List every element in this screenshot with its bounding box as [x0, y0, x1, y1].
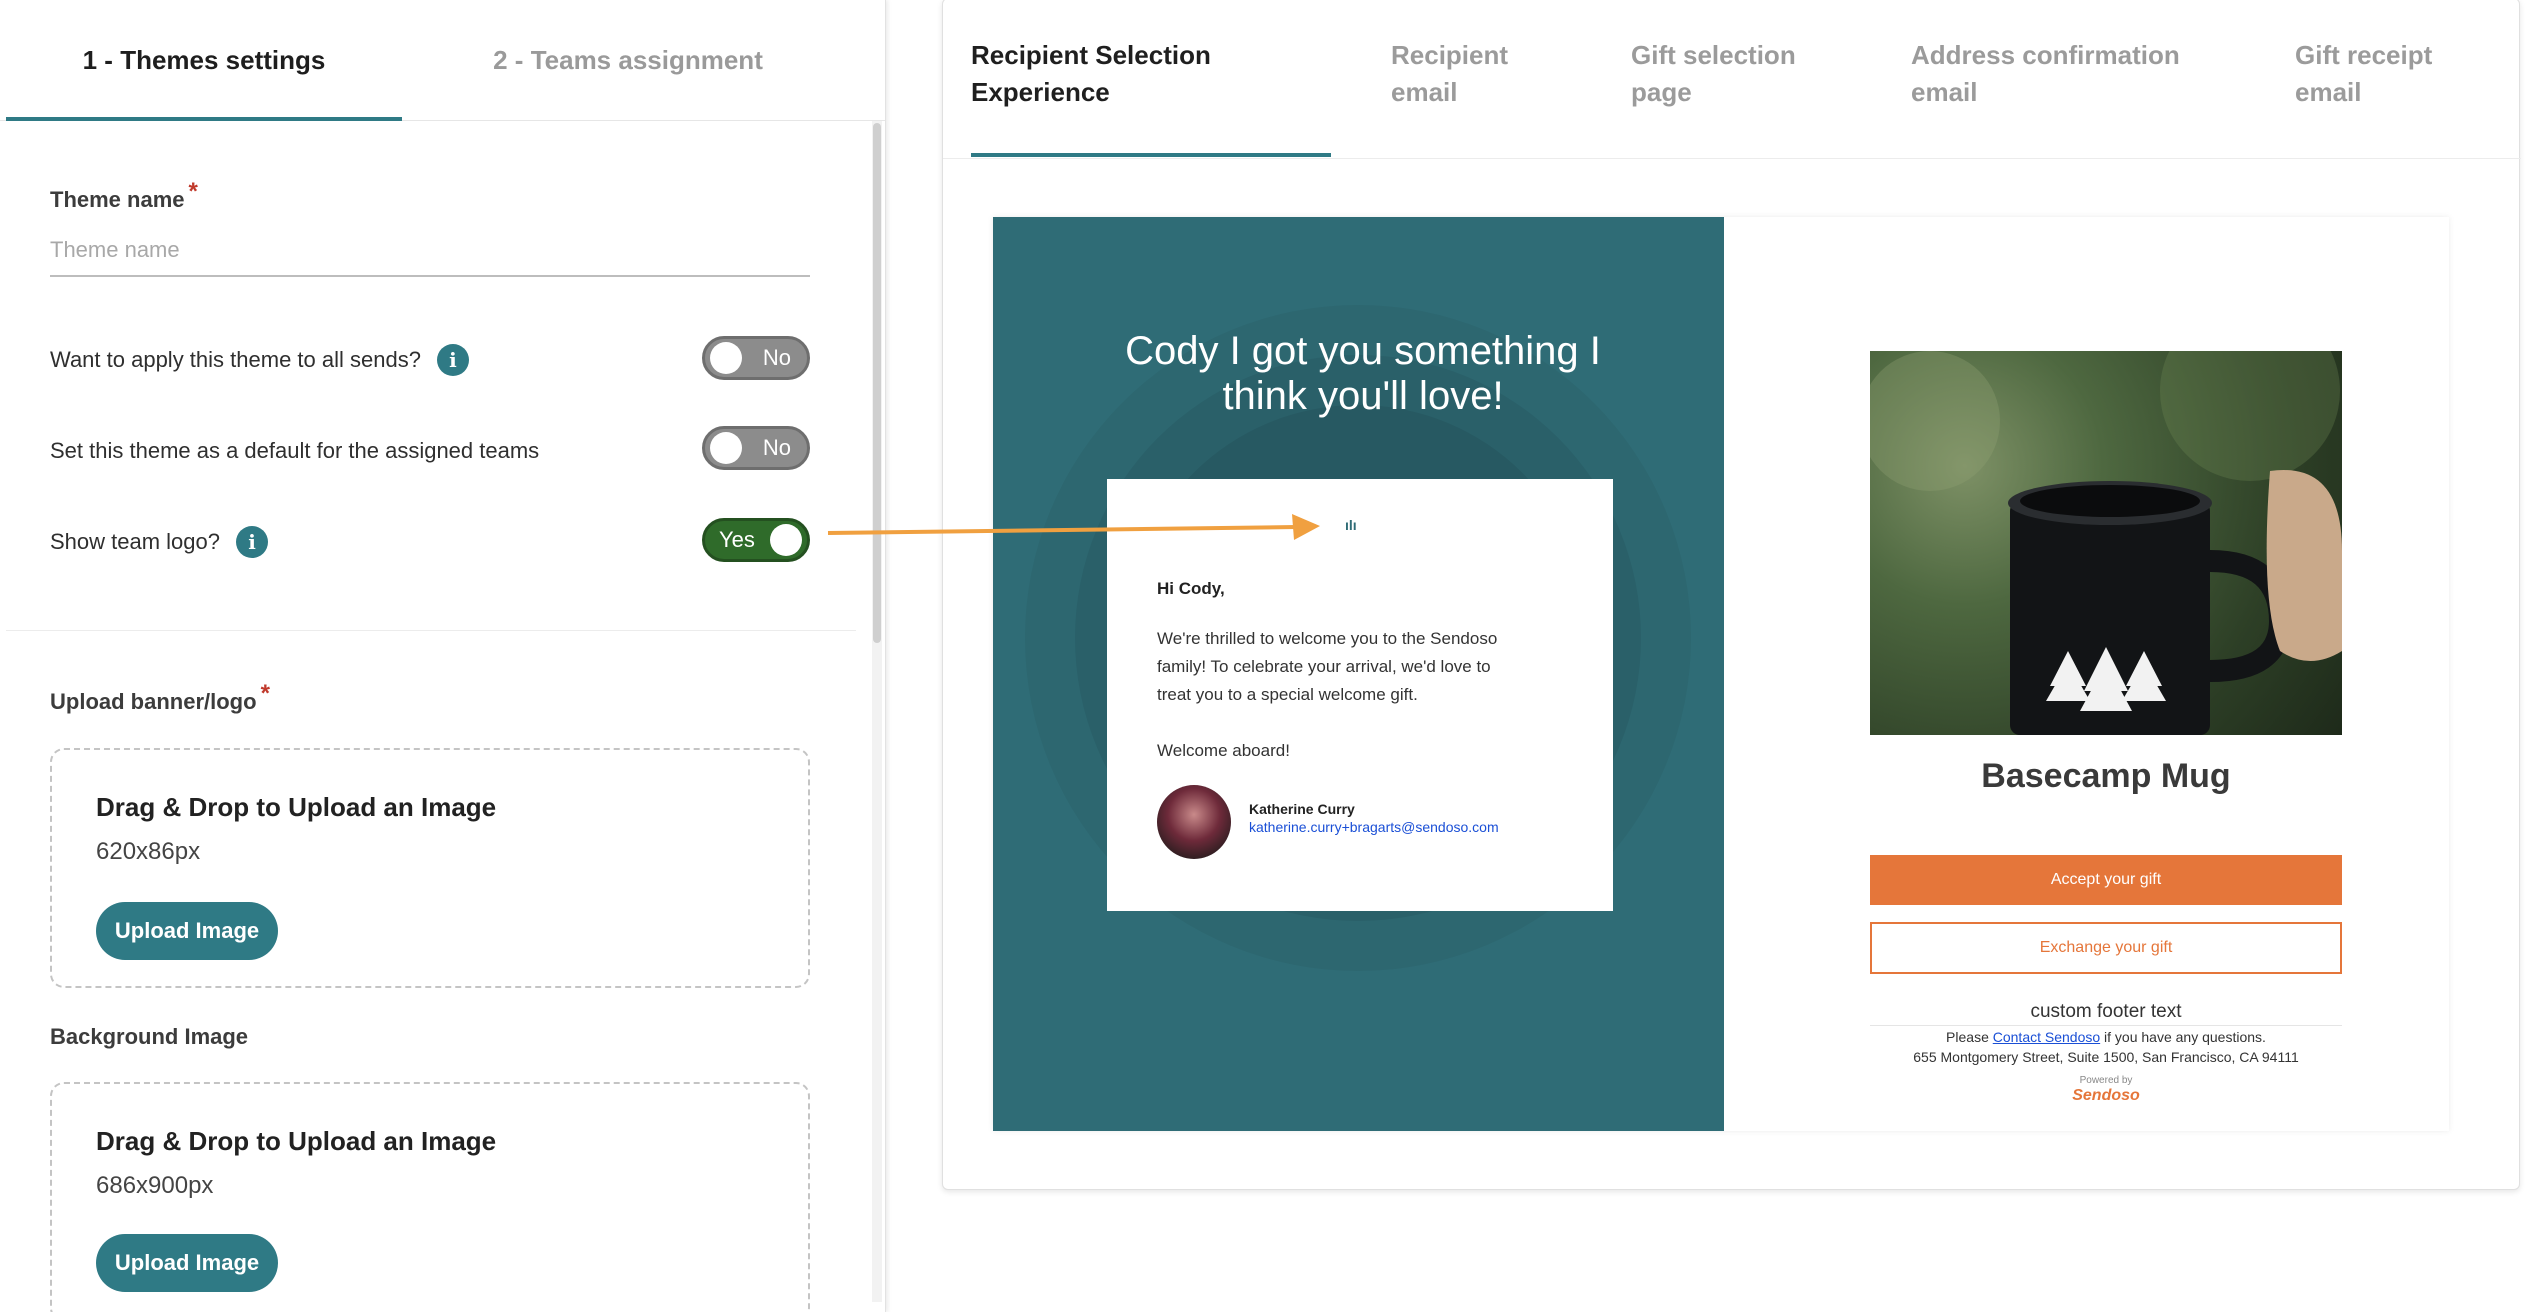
tab-label-line: email [1391, 77, 1458, 107]
left-tab-bar: 1 - Themes settings 2 - Teams assignment [0, 0, 885, 121]
contact-suffix: if you have any questions. [2104, 1029, 2266, 1045]
dropzone-title: Drag & Drop to Upload an Image [96, 792, 497, 822]
theme-name-label-text: Theme name [50, 187, 185, 212]
card-greeting: Hi Cody, [1157, 579, 1225, 598]
required-asterisk: * [188, 178, 198, 205]
message-line: treat you to a special welcome gift. [1157, 685, 1418, 704]
gift-panel: Basecamp Mug Accept your gift Exchange y… [1724, 217, 2449, 1131]
upload-banner-label: Upload banner/logo * [50, 680, 270, 716]
required-asterisk: * [260, 680, 270, 707]
card-message-body: We're thrilled to welcome you to the Sen… [1157, 625, 1577, 709]
tab-label-line: Recipient Selection [971, 40, 1211, 70]
show-team-logo-toggle[interactable]: Yes [702, 518, 810, 562]
toggle-state-label: No [762, 345, 791, 370]
tab-gift-selection-page[interactable]: Gift selection page [1631, 37, 1796, 111]
option-apply-all-sends: Want to apply this theme to all sends? i [50, 344, 469, 376]
toggle-state-label: No [762, 435, 791, 460]
upload-banner-label-text: Upload banner/logo [50, 689, 257, 714]
theme-name-input[interactable] [50, 225, 810, 277]
option-show-team-logo: Show team logo? i [50, 526, 268, 558]
tab-label-line: Experience [971, 77, 1110, 107]
message-line: We're thrilled to welcome you to the Sen… [1157, 629, 1498, 648]
dropzone-title: Drag & Drop to Upload an Image [96, 1126, 497, 1156]
apply-all-sends-toggle[interactable]: No [702, 336, 810, 380]
tab-teams-assignment[interactable]: 2 - Teams assignment [430, 0, 826, 121]
accept-gift-button[interactable]: Accept your gift [1870, 855, 2342, 905]
contact-prefix: Please [1946, 1029, 1989, 1045]
theme-name-label: Theme name * [50, 178, 198, 214]
headline-line: think you'll love! [1222, 374, 1504, 418]
product-image [1870, 351, 2342, 735]
sender-avatar [1157, 785, 1231, 859]
custom-footer-text: custom footer text [2030, 1001, 2182, 1022]
option-label: Set this theme as a default for the assi… [50, 438, 540, 463]
upload-banner-button[interactable]: Upload Image [96, 902, 278, 960]
preview-background: Cody I got you something I think you'll … [993, 217, 1724, 1131]
footer-contact-line: Please Contact Sendoso if you have any q… [1870, 1029, 2342, 1045]
contact-sendoso-link[interactable]: Contact Sendoso [1993, 1029, 2100, 1045]
option-label: Show team logo? [50, 529, 220, 554]
toggle-knob [770, 524, 802, 556]
background-image-label: Background Image [50, 1024, 248, 1050]
team-logo: ılı [1345, 517, 1357, 533]
sendoso-logo: Sendoso [2072, 1087, 2140, 1104]
section-divider [6, 630, 856, 631]
toggle-state-label: Yes [719, 527, 755, 552]
tab-label-line: Gift receipt [2295, 40, 2433, 70]
active-tab-indicator [971, 153, 1331, 157]
sender-name: Katherine Curry [1249, 801, 1355, 817]
welcome-message-card: ılı Hi Cody, We're thrilled to welcome y… [1107, 479, 1613, 911]
scrollbar-thumb[interactable] [873, 123, 881, 643]
themes-settings-panel: 1 - Themes settings 2 - Teams assignment… [0, 0, 886, 1312]
tab-label-line: page [1631, 77, 1692, 107]
option-default-for-teams: Set this theme as a default for the assi… [50, 438, 539, 464]
preview-headline: Cody I got you something I think you'll … [1073, 329, 1653, 419]
headline-line: Cody I got you something I [1125, 329, 1601, 373]
toggle-knob [710, 432, 742, 464]
exchange-gift-button[interactable]: Exchange your gift [1870, 922, 2342, 974]
banner-dropzone[interactable]: Drag & Drop to Upload an Image 620x86px … [50, 748, 810, 988]
tab-recipient-selection-experience[interactable]: Recipient Selection Experience [971, 37, 1211, 111]
footer-address: 655 Montgomery Street, Suite 1500, San F… [1913, 1049, 2299, 1065]
tab-label-line: Gift selection [1631, 40, 1796, 70]
default-for-teams-toggle[interactable]: No [702, 426, 810, 470]
tab-label-line: Recipient [1391, 40, 1509, 70]
powered-by-label: Powered by [2079, 1075, 2133, 1086]
card-closing: Welcome aboard! [1157, 741, 1290, 760]
tab-recipient-email[interactable]: Recipient email [1391, 37, 1508, 111]
background-image-label-text: Background Image [50, 1024, 249, 1049]
sender-email-link[interactable]: katherine.curry+bragarts@sendoso.com [1249, 819, 1499, 835]
tab-gift-receipt-email[interactable]: Gift receipt email [2295, 37, 2432, 111]
option-label: Want to apply this theme to all sends? [50, 347, 421, 372]
recipient-experience-preview: Cody I got you something I think you'll … [993, 217, 2449, 1131]
toggle-knob [710, 342, 742, 374]
preview-panel: Recipient Selection Experience Recipient… [942, 0, 2521, 1190]
active-tab-indicator [6, 117, 402, 121]
footer-divider [1870, 1025, 2342, 1026]
background-dropzone[interactable]: Drag & Drop to Upload an Image 686x900px… [50, 1082, 810, 1312]
upload-background-button[interactable]: Upload Image [96, 1234, 278, 1292]
tab-label-line: Address confirmation [1911, 40, 2180, 70]
preview-tab-bar: Recipient Selection Experience Recipient… [943, 0, 2521, 159]
dropzone-dimensions: 620x86px [96, 838, 201, 865]
tab-label-line: email [2295, 77, 2362, 107]
tab-themes-settings[interactable]: 1 - Themes settings [6, 0, 402, 121]
tab-address-confirmation-email[interactable]: Address confirmation email [1911, 37, 2180, 111]
message-line: family! To celebrate your arrival, we'd … [1157, 657, 1491, 676]
product-title: Basecamp Mug [1981, 757, 2231, 795]
info-icon[interactable]: i [236, 526, 268, 558]
tab-label-line: email [1911, 77, 1978, 107]
dropzone-dimensions: 686x900px [96, 1172, 214, 1199]
mug-illustration [1870, 351, 2342, 735]
info-icon[interactable]: i [436, 344, 469, 376]
